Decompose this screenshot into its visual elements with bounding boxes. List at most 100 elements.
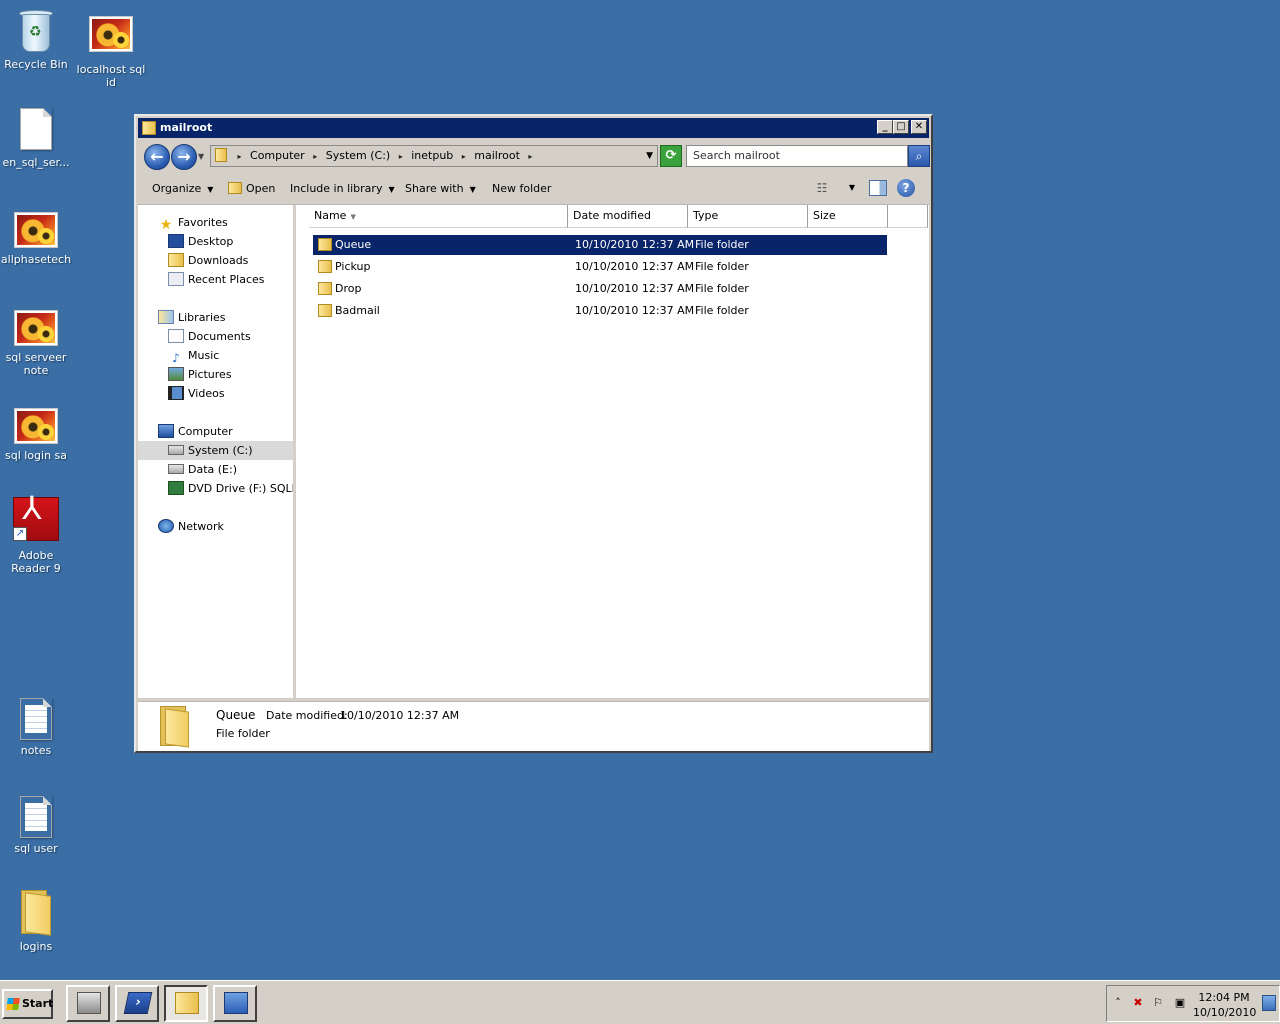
address-history-dropdown[interactable]: ▼ (646, 146, 653, 166)
maximize-button[interactable]: □ (893, 120, 909, 134)
address-bar[interactable]: ▸ Computer ▸ System (C:) ▸ inetpub ▸ mai… (210, 145, 658, 167)
desktop-icon-localhost-sql-id[interactable]: localhost sql id (73, 16, 149, 89)
system-tray: ˄ ✖ ⚐ ▣ 12:04 PM 10/10/2010 (1106, 985, 1280, 1022)
new-folder-button[interactable]: New folder (492, 182, 551, 195)
title-bar[interactable]: mailroot _ □ ✕ (138, 118, 929, 138)
organize-button[interactable]: Organize ▼ (152, 182, 213, 195)
taskbar-network-manager[interactable] (213, 985, 257, 1022)
flower-image-icon (89, 16, 133, 52)
open-folder-icon (228, 182, 242, 194)
nav-network[interactable]: Network (158, 517, 224, 536)
column-header-date-modified[interactable]: Date modified (568, 205, 688, 228)
help-button[interactable]: ? (897, 179, 915, 197)
nav-recent-places[interactable]: Recent Places (168, 270, 265, 289)
computer-icon (158, 424, 174, 438)
folder-icon (318, 238, 332, 251)
desktop-icon-allphasetech[interactable]: allphasetech (0, 212, 74, 266)
search-button[interactable]: ⌕ (908, 145, 930, 167)
nav-downloads[interactable]: Downloads (168, 251, 248, 270)
nav-dvd-f[interactable]: DVD Drive (F:) SQLFULL (168, 479, 293, 498)
table-row[interactable]: Badmail 10/10/2010 12:37 AM File folder (313, 301, 887, 321)
navigation-pane[interactable]: ★ Favorites Desktop Downloads Recent Plac… (138, 205, 296, 698)
recent-pages-dropdown[interactable]: ▼ (198, 152, 204, 161)
taskbar-windows-explorer[interactable] (164, 985, 208, 1022)
command-bar: Organize ▼ Open Include in library ▼ Share… (138, 174, 929, 204)
nav-pictures[interactable]: Pictures (168, 365, 232, 384)
network-management-icon (224, 992, 248, 1014)
table-row[interactable]: Drop 10/10/2010 12:37 AM File folder (313, 279, 887, 299)
close-button[interactable]: ✕ (911, 120, 927, 134)
desktop-icon-en-sql-server[interactable]: en_sql_ser... (0, 108, 74, 169)
nav-label: Favorites (178, 216, 228, 229)
details-date-value: 10/10/2010 12:37 AM (340, 709, 460, 722)
breadcrumb-computer[interactable]: Computer (250, 149, 305, 162)
chevron-right-icon[interactable]: ▸ (462, 152, 466, 161)
row-date: 10/10/2010 12:37 AM (575, 304, 695, 317)
text-document-icon (20, 796, 52, 838)
chevron-right-icon[interactable]: ▸ (528, 152, 532, 161)
volume-muted-icon[interactable]: ✖ (1131, 996, 1145, 1010)
row-name: Badmail (335, 304, 380, 317)
desktop-icon-sql-user[interactable]: sql user (0, 796, 74, 855)
table-row[interactable]: Pickup 10/10/2010 12:37 AM File folder (313, 257, 887, 277)
nav-data-e[interactable]: Data (E:) (168, 460, 237, 479)
open-button[interactable]: Open (228, 182, 275, 195)
action-center-flag-icon[interactable]: ⚐ (1151, 996, 1165, 1010)
nav-music[interactable]: ♪ Music (168, 346, 219, 365)
taskbar-powershell[interactable]: › (115, 985, 159, 1022)
folder-icon (318, 304, 332, 317)
row-date: 10/10/2010 12:37 AM (575, 238, 695, 251)
share-with-button[interactable]: Share with ▼ (405, 182, 476, 195)
desktop-icon-logins[interactable]: logins (0, 890, 74, 953)
desktop-icon-recycle-bin[interactable]: ♻ Recycle Bin (0, 8, 74, 71)
taskbar-server-manager[interactable] (66, 985, 110, 1022)
clock[interactable]: 12:04 PM 10/10/2010 (1193, 990, 1257, 1020)
window-title: mailroot (160, 121, 213, 134)
nav-label: Videos (188, 387, 225, 400)
change-view-button[interactable]: ☷ (813, 180, 831, 196)
desktop-icon-sql-serveer-note[interactable]: sql serveer note (0, 310, 74, 377)
back-button[interactable]: ← (144, 144, 170, 170)
column-header-type[interactable]: Type (688, 205, 808, 228)
view-options-dropdown[interactable]: ▼ (849, 183, 855, 192)
explorer-folder-icon (175, 992, 199, 1014)
desktop-icon-adobe-reader[interactable]: ⅄ ↗ Adobe Reader 9 (0, 492, 74, 575)
desktop-icon-sql-login-sa[interactable]: sql login sa (0, 408, 74, 462)
nav-system-c[interactable]: System (C:) (138, 441, 293, 460)
nav-videos[interactable]: Videos (168, 384, 225, 403)
chevron-right-icon[interactable]: ▸ (399, 152, 403, 161)
hard-drive-icon (168, 464, 184, 474)
refresh-button[interactable]: ⟳ (660, 145, 682, 167)
nav-libraries[interactable]: Libraries (158, 308, 226, 327)
column-header-size[interactable]: Size (808, 205, 888, 228)
flower-image-icon (14, 408, 58, 444)
chevron-right-icon[interactable]: ▸ (313, 152, 317, 161)
file-list[interactable]: Name ▼ Date modified Type Size Queue 10/1… (299, 205, 929, 698)
explorer-window: mailroot _ □ ✕ ← → ▼ ▸ Computer ▸ System… (134, 114, 933, 753)
breadcrumb-inetpub[interactable]: inetpub (411, 149, 453, 162)
recycle-bin-icon: ♻ (16, 8, 56, 54)
desktop-icon-notes[interactable]: notes (0, 698, 74, 757)
table-row[interactable]: Queue 10/10/2010 12:37 AM File folder (313, 235, 887, 255)
nav-label: Downloads (188, 254, 249, 267)
nav-favorites[interactable]: ★ Favorites (158, 213, 228, 232)
breadcrumb-system-c[interactable]: System (C:) (326, 149, 391, 162)
server-manager-icon (77, 992, 101, 1014)
search-input[interactable]: Search mailroot (686, 145, 908, 167)
network-status-icon[interactable]: ▣ (1173, 996, 1187, 1010)
column-header-name[interactable]: Name ▼ (309, 205, 568, 228)
preview-pane-button[interactable] (869, 180, 887, 196)
show-desktop-button[interactable] (1262, 995, 1276, 1011)
start-label: Start (22, 997, 54, 1010)
start-button[interactable]: Start (2, 989, 53, 1019)
chevron-right-icon[interactable]: ▸ (238, 152, 242, 161)
clock-date: 10/10/2010 (1193, 1006, 1257, 1019)
nav-documents[interactable]: Documents (168, 327, 251, 346)
nav-desktop[interactable]: Desktop (168, 232, 233, 251)
include-in-library-button[interactable]: Include in library ▼ (290, 182, 395, 195)
nav-computer[interactable]: Computer (158, 422, 233, 441)
breadcrumb-mailroot[interactable]: mailroot (474, 149, 520, 162)
forward-button[interactable]: → (171, 144, 197, 170)
minimize-button[interactable]: _ (877, 120, 893, 134)
show-hidden-icons-button[interactable]: ˄ (1111, 996, 1125, 1010)
